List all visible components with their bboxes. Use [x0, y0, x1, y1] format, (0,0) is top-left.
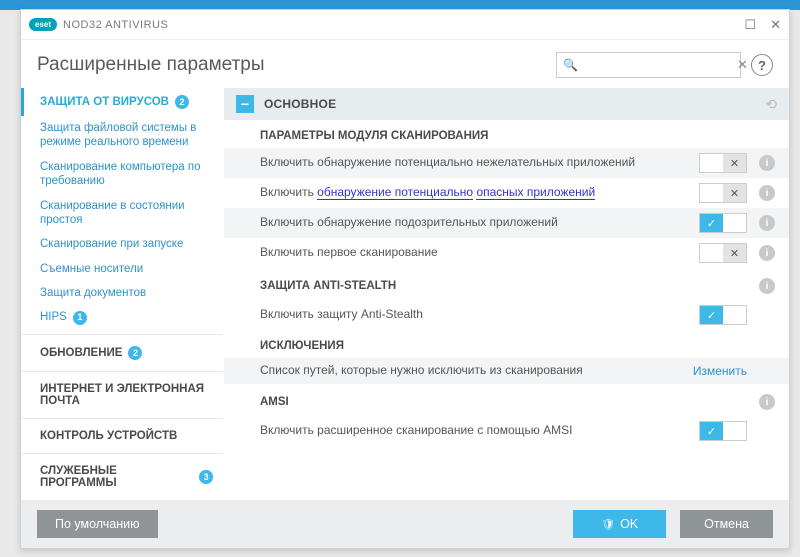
header: Расширенные параметры 🔍 ✕ ? — [21, 40, 789, 88]
search-icon: 🔍 — [563, 58, 578, 72]
toggle-on-half — [700, 154, 723, 172]
sidebar-cat-device-control[interactable]: КОНТРОЛЬ УСТРОЙСТВ — [21, 423, 223, 449]
help-button[interactable]: ? — [751, 54, 773, 76]
toggle-unsafe[interactable]: ✕ — [699, 183, 747, 203]
maximize-button[interactable]: ☐ — [744, 17, 756, 33]
toggle-anti-stealth[interactable]: ✓ — [699, 305, 747, 325]
sidebar-cat-label: ОБНОВЛЕНИЕ — [40, 347, 122, 359]
sidebar-cat-tools[interactable]: СЛУЖЕБНЫЕ ПРОГРАММЫ 3 — [21, 458, 223, 496]
toggle-pua[interactable]: ✕ — [699, 153, 747, 173]
toggle-on-half — [700, 184, 723, 202]
divider — [21, 371, 223, 372]
group-exclusions: ИСКЛЮЧЕНИЯ — [224, 330, 789, 358]
toggle-suspicious[interactable]: ✓ — [699, 213, 747, 233]
cancel-button[interactable]: Отмена — [680, 510, 773, 538]
sidebar-item-label: HIPS — [40, 310, 67, 324]
sidebar-cat-virus[interactable]: ЗАЩИТА ОТ ВИРУСОВ 2 — [21, 88, 223, 116]
defaults-button[interactable]: По умолчанию — [37, 510, 158, 538]
sidebar-item-idle[interactable]: Сканирование в состоянии простоя — [21, 194, 223, 233]
option-label: Включить первое сканирование — [260, 245, 689, 261]
toggle-off-half: ✕ — [723, 184, 746, 202]
search-input[interactable] — [582, 58, 737, 72]
toggle-off-half — [723, 306, 746, 324]
sidebar-item-startup[interactable]: Сканирование при запуске — [21, 232, 223, 256]
group-amsi: AMSI i — [224, 384, 789, 416]
badge: 1 — [73, 311, 87, 325]
sidebar-item-ondemand[interactable]: Сканирование компьютера по требованию — [21, 155, 223, 194]
close-button[interactable]: ✕ — [770, 17, 781, 33]
option-suspicious: Включить обнаружение подозрительных прил… — [224, 208, 789, 238]
badge: 3 — [199, 470, 213, 484]
sidebar-cat-internet[interactable]: ИНТЕРНЕТ И ЭЛЕКТРОННАЯ ПОЧТА — [21, 376, 223, 414]
text: Включить — [260, 185, 317, 199]
option-unsafe: Включить обнаружение потенциально опасны… — [224, 178, 789, 208]
sidebar-item-removable[interactable]: Съемные носители — [21, 257, 223, 281]
toggle-first-scan[interactable]: ✕ — [699, 243, 747, 263]
search-clear-icon[interactable]: ✕ — [737, 57, 748, 73]
option-label: Включить расширенное сканирование с помо… — [260, 423, 689, 439]
divider — [21, 418, 223, 419]
divider — [21, 334, 223, 335]
toggle-on-half: ✓ — [700, 306, 723, 324]
sidebar-item-realtime[interactable]: Защита файловой системы в режиме реально… — [21, 116, 223, 155]
search-box[interactable]: 🔍 ✕ — [556, 52, 741, 78]
titlebar: eset NOD32 ANTIVIRUS ☐ ✕ — [21, 10, 789, 40]
sidebar-item-documents[interactable]: Защита документов — [21, 281, 223, 305]
sidebar-cat-label: СЛУЖЕБНЫЕ ПРОГРАММЫ — [40, 465, 193, 489]
info-icon[interactable]: i — [759, 278, 775, 294]
footer: По умолчанию 🛡 OK Отмена — [21, 500, 789, 548]
sidebar-cat-label: ЗАЩИТА ОТ ВИРУСОВ — [40, 96, 169, 108]
sidebar-item-hips[interactable]: HIPS 1 — [21, 305, 223, 329]
section-header-basic: − ОСНОВНОЕ ⟲ — [224, 88, 789, 120]
content-pane: − ОСНОВНОЕ ⟲ ПАРАМЕТРЫ МОДУЛЯ СКАНИРОВАН… — [224, 88, 789, 500]
page-title: Расширенные параметры — [37, 54, 265, 76]
reset-section-icon[interactable]: ⟲ — [765, 96, 777, 113]
option-label: Включить обнаружение потенциально опасны… — [260, 185, 689, 201]
option-amsi: Включить расширенное сканирование с помо… — [224, 416, 789, 446]
toggle-on-half: ✓ — [700, 214, 723, 232]
option-exclusions: Список путей, которые нужно исключить из… — [224, 358, 789, 384]
toggle-off-half: ✕ — [723, 154, 746, 172]
option-label: Включить обнаружение подозрительных прил… — [260, 215, 689, 231]
toggle-on-half: ✓ — [700, 422, 723, 440]
badge: 2 — [128, 346, 142, 360]
toggle-on-half — [700, 244, 723, 262]
edit-exclusions-link[interactable]: Изменить — [693, 364, 747, 378]
info-icon[interactable]: i — [759, 394, 775, 410]
toggle-amsi[interactable]: ✓ — [699, 421, 747, 441]
toggle-off-half — [723, 422, 746, 440]
option-label: Включить защиту Anti-Stealth — [260, 307, 689, 323]
option-label: Включить обнаружение потенциально нежела… — [260, 155, 689, 171]
group-label: AMSI — [260, 396, 289, 408]
toggle-off-half: ✕ — [723, 244, 746, 262]
sidebar-cat-update[interactable]: ОБНОВЛЕНИЕ 2 — [21, 339, 223, 367]
info-icon[interactable]: i — [759, 155, 775, 171]
shield-icon: 🛡 — [601, 518, 615, 531]
sidebar: ЗАЩИТА ОТ ВИРУСОВ 2 Защита файловой сист… — [21, 88, 224, 500]
group-anti-stealth: ЗАЩИТА ANTI-STEALTH i — [224, 268, 789, 300]
divider — [21, 453, 223, 454]
group-label: ЗАЩИТА ANTI-STEALTH — [260, 280, 396, 292]
annotated-text: опасных приложений — [476, 185, 595, 200]
option-label: Список путей, которые нужно исключить из… — [260, 363, 683, 379]
option-pua: Включить обнаружение потенциально нежела… — [224, 148, 789, 178]
collapse-icon[interactable]: − — [236, 95, 254, 113]
badge: 2 — [175, 95, 189, 109]
toggle-off-half — [723, 214, 746, 232]
info-icon[interactable]: i — [759, 245, 775, 261]
ok-button[interactable]: 🛡 OK — [573, 510, 666, 538]
option-first-scan: Включить первое сканирование ✕ i — [224, 238, 789, 268]
brand-logo: eset — [29, 18, 57, 31]
ok-label: OK — [620, 517, 638, 531]
app-title: NOD32 ANTIVIRUS — [63, 19, 168, 31]
info-icon[interactable]: i — [759, 215, 775, 231]
settings-window: eset NOD32 ANTIVIRUS ☐ ✕ Расширенные пар… — [20, 9, 790, 549]
option-anti-stealth: Включить защиту Anti-Stealth ✓ i — [224, 300, 789, 330]
annotated-text: обнаружение потенциально — [317, 185, 473, 200]
group-scan-params: ПАРАМЕТРЫ МОДУЛЯ СКАНИРОВАНИЯ — [224, 120, 789, 148]
info-icon[interactable]: i — [759, 185, 775, 201]
section-title: ОСНОВНОЕ — [264, 97, 336, 111]
